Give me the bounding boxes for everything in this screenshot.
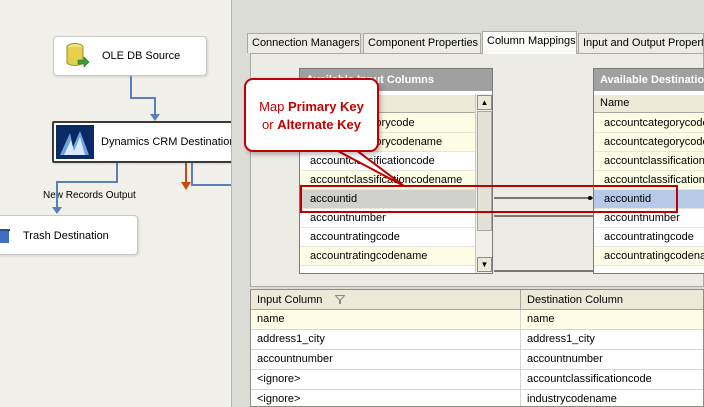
destination-column-header[interactable]: Destination Column: [521, 290, 703, 310]
input-column-row[interactable]: accountratingcode: [300, 228, 475, 247]
scroll-up-icon[interactable]: ▲: [477, 95, 492, 110]
input-column-header[interactable]: Input Column: [251, 290, 521, 310]
funnel-icon[interactable]: [334, 295, 346, 307]
destination-name-header[interactable]: Name: [594, 94, 704, 113]
destination-cell[interactable]: accountclassificationcode: [521, 370, 703, 390]
available-destination-columns-panel[interactable]: Available Destination Columns Name accou…: [593, 68, 704, 274]
tab-label: Connection Managers: [252, 37, 360, 49]
input-column-row[interactable]: accountclassificationcode: [300, 152, 475, 171]
tab-connection-managers[interactable]: Connection Managers: [247, 33, 361, 53]
scroll-thumb[interactable]: [477, 111, 492, 231]
input-cell[interactable]: <ignore>: [251, 370, 521, 390]
input-column-row[interactable]: accountratingcodename: [300, 247, 475, 266]
input-list-scrollbar[interactable]: ▲ ▼: [475, 94, 492, 273]
tab-input-output-properties[interactable]: Input and Output Properties: [578, 33, 704, 53]
callout-primary-key: Primary Key: [288, 99, 364, 114]
destination-cell[interactable]: name: [521, 310, 703, 330]
tab-label: Input and Output Properties: [583, 37, 704, 49]
callout-prefix: or: [262, 117, 274, 132]
destination-cell[interactable]: accountnumber: [521, 350, 703, 370]
tab-component-properties[interactable]: Component Properties: [363, 33, 481, 53]
destination-cell[interactable]: industrycodename: [521, 390, 703, 406]
annotation-callout: Map Primary Key or Alternate Key: [244, 78, 379, 152]
callout-alternate-key: Alternate Key: [277, 117, 361, 132]
primary-key-highlight: [300, 185, 678, 213]
available-destination-title: Available Destination Columns: [594, 69, 704, 91]
destination-cell[interactable]: address1_city: [521, 330, 703, 350]
input-cell[interactable]: <ignore>: [251, 390, 521, 406]
data-flow-paths: [52, 76, 231, 214]
destination-column-row[interactable]: accountcategorycodename: [594, 133, 704, 152]
input-cell[interactable]: accountnumber: [251, 350, 521, 370]
tab-label: Column Mappings: [487, 35, 576, 47]
tab-column-mappings[interactable]: Column Mappings: [482, 31, 577, 54]
destination-column-row[interactable]: accountclassificationcode: [594, 152, 704, 171]
column-mapping-grid[interactable]: Input Column Destination Column name nam…: [250, 289, 704, 407]
data-flow-canvas: OLE DB Source Dynamics CRM Destination N…: [0, 0, 232, 407]
scroll-down-icon[interactable]: ▼: [477, 257, 492, 272]
tab-label: Component Properties: [368, 37, 479, 49]
destination-column-row[interactable]: accountratingcode: [594, 228, 704, 247]
callout-prefix: Map: [259, 99, 285, 114]
destination-column-row[interactable]: accountratingcodename: [594, 247, 704, 266]
input-cell[interactable]: name: [251, 310, 521, 330]
input-cell[interactable]: address1_city: [251, 330, 521, 350]
destination-column-row[interactable]: accountcategorycode: [594, 114, 704, 133]
